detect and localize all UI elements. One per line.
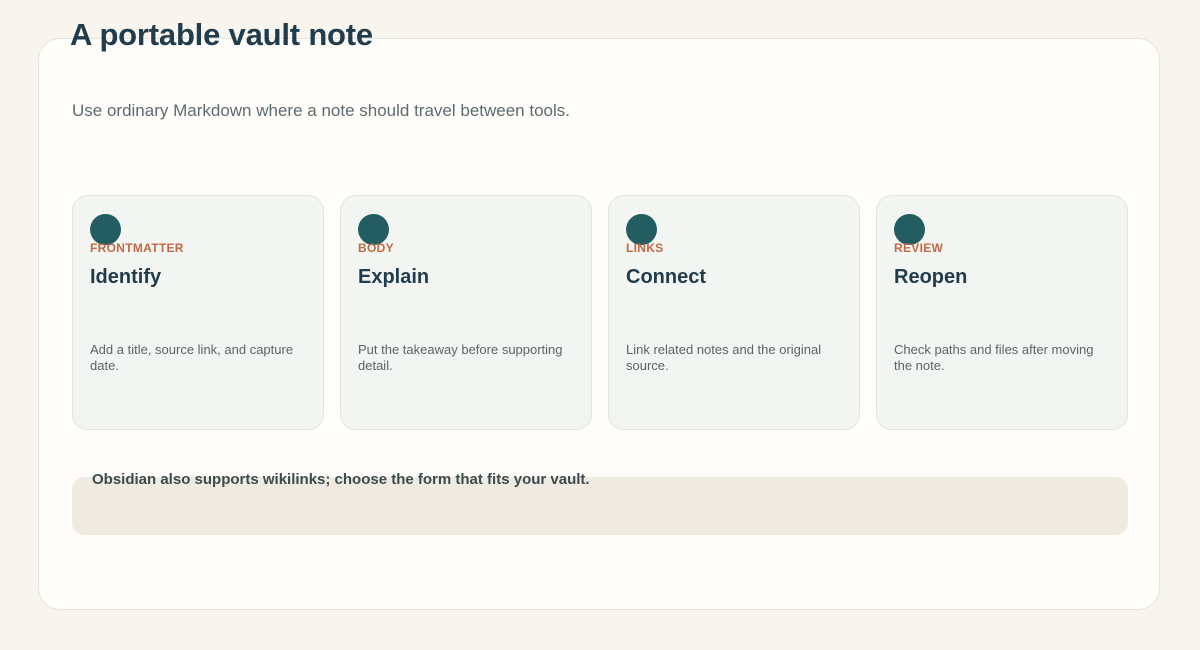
card-reopen: REVIEW Reopen Check paths and files afte… (876, 195, 1128, 430)
card-eyebrow: FRONTMATTER (90, 241, 184, 255)
card-explain: BODY Explain Put the takeaway before sup… (340, 195, 592, 430)
card-eyebrow: REVIEW (894, 241, 944, 255)
step-cards: FRONTMATTER Identify Add a title, source… (72, 195, 1128, 430)
card-description: Add a title, source link, and capture da… (90, 342, 294, 373)
card-eyebrow: LINKS (626, 241, 664, 255)
card-description: Put the takeaway before supporting detai… (358, 342, 563, 373)
card-description: Link related notes and the original sour… (626, 342, 822, 373)
page-subtitle: Use ordinary Markdown where a note shoul… (72, 101, 570, 120)
tip-callout-text: Obsidian also supports wikilinks; choose… (92, 471, 590, 488)
card-title: Reopen (894, 266, 968, 288)
card-title: Explain (358, 266, 430, 288)
page-title: A portable vault note (70, 17, 373, 52)
card-eyebrow: BODY (358, 241, 394, 255)
card-title: Identify (90, 266, 162, 288)
card-description: Check paths and files after moving the n… (894, 342, 1094, 373)
card-identify: FRONTMATTER Identify Add a title, source… (72, 195, 324, 430)
card-connect: LINKS Connect Link related notes and the… (608, 195, 860, 430)
card-title: Connect (626, 266, 706, 288)
